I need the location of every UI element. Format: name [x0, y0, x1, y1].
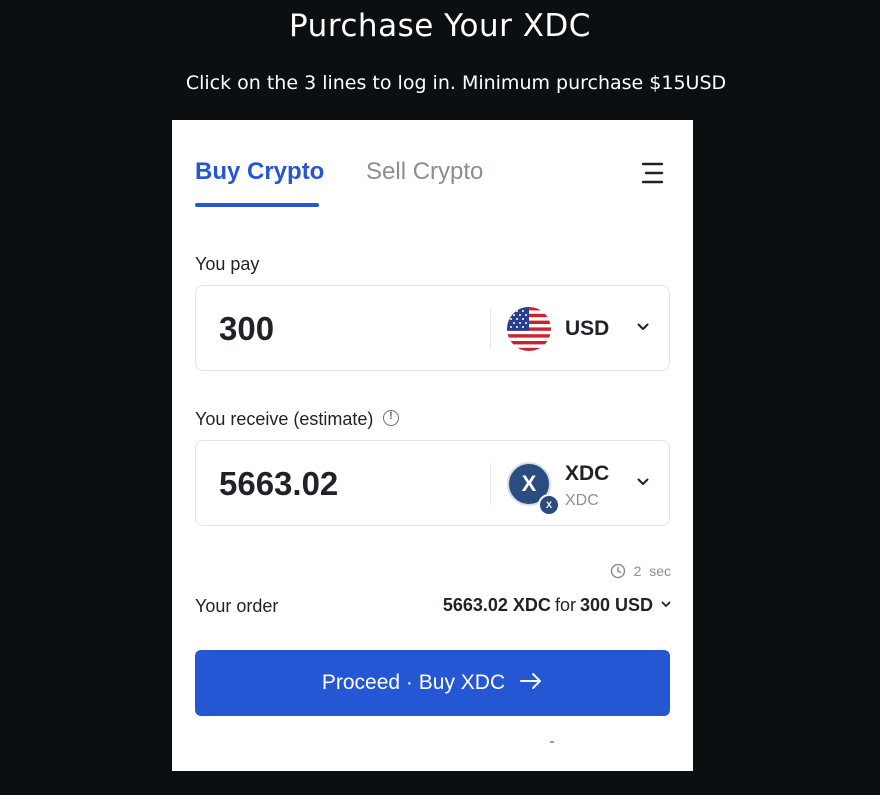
receive-currency-network: XDC [565, 492, 599, 509]
order-summary[interactable]: 5663.02 XDC for 300 USD [443, 595, 671, 616]
xdc-network-icon: X [538, 494, 560, 516]
pay-field: 300 USD [195, 285, 670, 371]
chevron-down-icon [637, 478, 649, 485]
pay-currency-code: USD [565, 317, 610, 340]
receive-currency-select[interactable]: X X XDC XDC [491, 441, 671, 527]
page-subtitle: Click on the 3 lines to log in. Minimum … [185, 72, 727, 94]
receive-label: You receive (estimate) [195, 409, 400, 430]
order-label: Your order [195, 596, 279, 616]
receive-currency-code: XDC [565, 462, 610, 485]
proceed-button-label: Proceed · Buy XDC [321, 671, 506, 694]
active-tab-indicator [195, 203, 319, 207]
tabs: Buy Crypto Sell Crypto [195, 158, 670, 208]
proceed-buy-button[interactable]: Proceed · Buy XDC [195, 650, 670, 716]
order-crypto-amount: 5663.02 XDC [442, 595, 551, 615]
receive-label-text: You receive (estimate) [195, 409, 374, 429]
chevron-down-icon [661, 601, 671, 607]
pay-currency-select[interactable]: USD [491, 286, 671, 372]
pay-amount-input[interactable]: 300 [219, 286, 274, 372]
order-for: for [554, 595, 576, 615]
hamburger-icon[interactable] [640, 160, 666, 186]
timer-value: 2 [633, 563, 642, 579]
receive-field: 5663.02 X X XDC XDC [195, 440, 670, 526]
tab-buy-crypto[interactable]: Buy Crypto [195, 158, 324, 186]
page-title: Purchase Your XDC [289, 8, 591, 44]
refresh-timer: 2 sec [610, 563, 671, 580]
receive-amount: 5663.02 [219, 465, 339, 502]
order-fiat-amount: 300 USD [579, 595, 653, 615]
info-icon[interactable] [383, 410, 400, 427]
pay-label: You pay [195, 254, 260, 274]
tab-sell-crypto[interactable]: Sell Crypto [366, 158, 483, 186]
arrow-right-icon [520, 673, 542, 690]
timer-unit: sec [649, 563, 671, 579]
clock-icon [610, 564, 625, 579]
buy-widget: Buy Crypto Sell Crypto You pay 300 USD Y… [172, 120, 693, 771]
chevron-down-icon [637, 323, 649, 330]
us-flag-icon [507, 307, 551, 351]
footer-mark [550, 741, 554, 743]
